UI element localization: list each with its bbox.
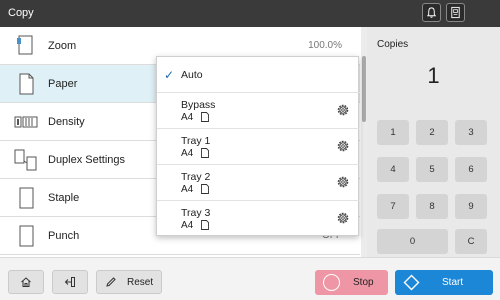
paper-dropdown: ✓ Auto Bypass A4 Tray 1 A4 Tray 2 A4 Tra… [156,56,360,237]
app-title: Copy [8,7,34,19]
paper-option-label: Tray 1 [181,135,211,147]
home-button[interactable] [8,270,44,294]
punch-icon [19,225,34,247]
stop-label: Stop [353,277,374,288]
copies-panel: Copies 1 1 2 3 4 5 6 7 8 9 0 C [367,27,500,257]
paper-size-icon [201,112,209,122]
paper-size-icon [201,220,209,230]
duplex-label: Duplex Settings [48,154,126,166]
paper-option-label: Tray 2 [181,171,211,183]
return-icon [64,277,75,287]
paper-option-label: Auto [181,69,203,81]
device-icon [451,6,460,19]
gear-icon[interactable] [336,175,350,189]
bottom-bar: Reset Stop Start [0,257,500,300]
keypad-key-8[interactable]: 8 [416,194,448,219]
zoom-value: 100.0% [308,40,342,51]
pen-icon [106,277,116,287]
gear-icon[interactable] [336,103,350,117]
keypad-key-1[interactable]: 1 [377,120,409,145]
keypad-key-9[interactable]: 9 [455,194,487,219]
keypad-key-2[interactable]: 2 [416,120,448,145]
duplex-icon [14,149,37,171]
keypad-key-4[interactable]: 4 [377,157,409,182]
start-icon [403,274,420,291]
paper-option-label: Tray 3 [181,207,211,219]
paper-option-size: A4 [181,220,194,231]
start-label: Start [442,277,464,288]
paper-option-size: A4 [181,112,194,123]
reset-label: Reset [127,276,154,288]
paper-option-tray-3[interactable]: Tray 3 A4 [157,201,360,237]
paper-option-bypass[interactable]: Bypass A4 [157,93,360,129]
zoom-icon [17,35,33,55]
paper-size-icon [201,148,209,158]
gear-icon[interactable] [336,211,350,225]
paper-option-size: A4 [181,148,194,159]
keypad-key-7[interactable]: 7 [377,194,409,219]
paper-option-tray-1[interactable]: Tray 1 A4 [157,129,360,165]
paper-option-size: A4 [181,184,194,195]
notification-button[interactable] [422,3,441,22]
staple-icon [19,187,34,209]
stop-icon [323,274,340,291]
back-button[interactable] [52,270,88,294]
title-bar: Copy [0,0,500,27]
paper-option-tray-2[interactable]: Tray 2 A4 [157,165,360,201]
paper-icon [19,73,34,95]
density-label: Density [48,116,85,128]
staple-label: Staple [48,192,80,204]
start-button[interactable]: Start [395,270,493,295]
reset-button[interactable]: Reset [96,270,162,294]
zoom-label: Zoom [48,40,77,52]
keypad-key-0[interactable]: 0 [377,229,448,254]
keypad-key-clear[interactable]: C [455,229,487,254]
keypad-key-5[interactable]: 5 [416,157,448,182]
paper-option-auto[interactable]: ✓ Auto [157,57,360,93]
density-icon [14,116,38,128]
device-status-button[interactable] [446,3,465,22]
copies-label: Copies [377,39,409,50]
checkmark-icon: ✓ [164,68,175,82]
paper-size-icon [201,184,209,194]
copies-count: 1 [427,63,440,88]
home-icon [21,277,31,287]
bell-icon [426,7,437,18]
keypad-key-6[interactable]: 6 [455,157,487,182]
paper-label: Paper [48,78,78,90]
list-scrollbar-thumb[interactable] [362,56,366,122]
punch-label: Punch [48,230,80,242]
gear-icon[interactable] [336,139,350,153]
stop-button[interactable]: Stop [315,270,388,295]
paper-option-label: Bypass [181,99,216,111]
keypad-key-3[interactable]: 3 [455,120,487,145]
